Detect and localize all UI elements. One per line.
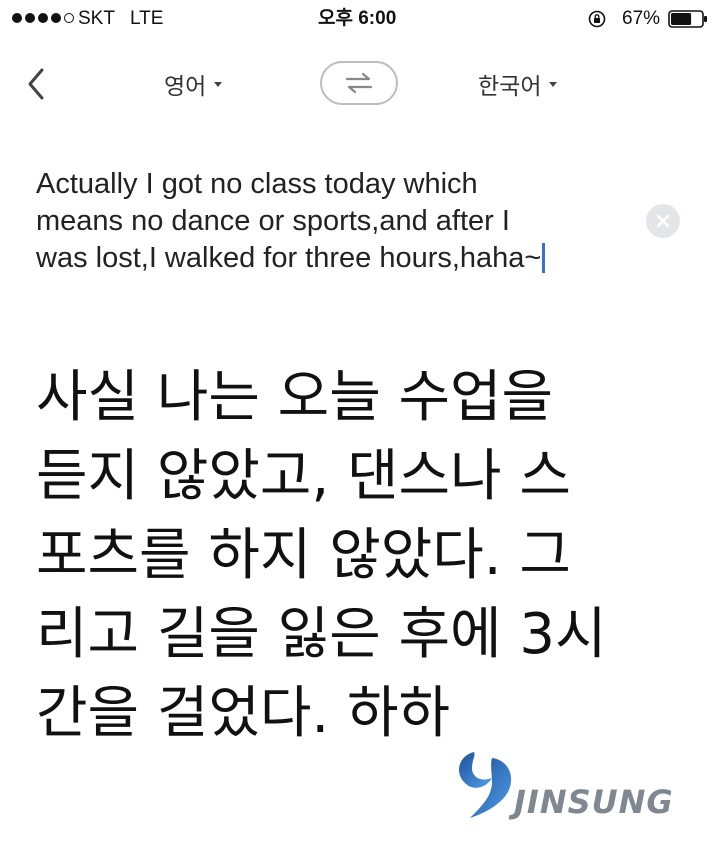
- carrier-name: SKT: [78, 8, 115, 29]
- rotation-lock-icon: [588, 10, 606, 28]
- translation-output: 사실 나는 오늘 수업을 듣지 않았고, 댄스나 스 포츠를 하지 않았다. 그…: [36, 365, 607, 746]
- signal-strength-icon: [12, 11, 77, 25]
- source-text-value: Actually I got no class today which mean…: [36, 168, 542, 274]
- battery-icon: [668, 10, 707, 28]
- source-text-input[interactable]: Actually I got no class today which mean…: [36, 166, 606, 277]
- target-language-label: 한국어: [478, 73, 542, 99]
- status-time: 오후 6:00: [318, 8, 397, 29]
- text-cursor: [542, 243, 546, 273]
- caret-down-icon: [549, 81, 558, 87]
- status-bar: SKT LTE 오후 6:00 67%: [0, 0, 720, 38]
- source-language-select[interactable]: 영어: [164, 68, 223, 100]
- source-language-label: 영어: [164, 73, 207, 99]
- signal-dot: [12, 13, 22, 23]
- target-language-select[interactable]: 한국어: [478, 68, 558, 100]
- signal-dot: [38, 13, 48, 23]
- watermark-brand-text: JINSUNG: [514, 783, 674, 821]
- translate-nav-bar: 영어 한국어: [0, 50, 720, 116]
- clear-icon: [656, 214, 670, 228]
- caret-down-icon: [214, 81, 223, 87]
- network-type: LTE: [130, 8, 164, 29]
- clear-text-button[interactable]: [646, 204, 680, 238]
- signal-dot-empty: [64, 13, 74, 23]
- signal-dot: [25, 13, 35, 23]
- signal-dot: [51, 13, 61, 23]
- swap-arrows-icon: [345, 72, 373, 94]
- swap-languages-button[interactable]: [320, 61, 398, 105]
- battery-percentage: 67%: [622, 8, 661, 29]
- chevron-left-icon[interactable]: [18, 64, 54, 104]
